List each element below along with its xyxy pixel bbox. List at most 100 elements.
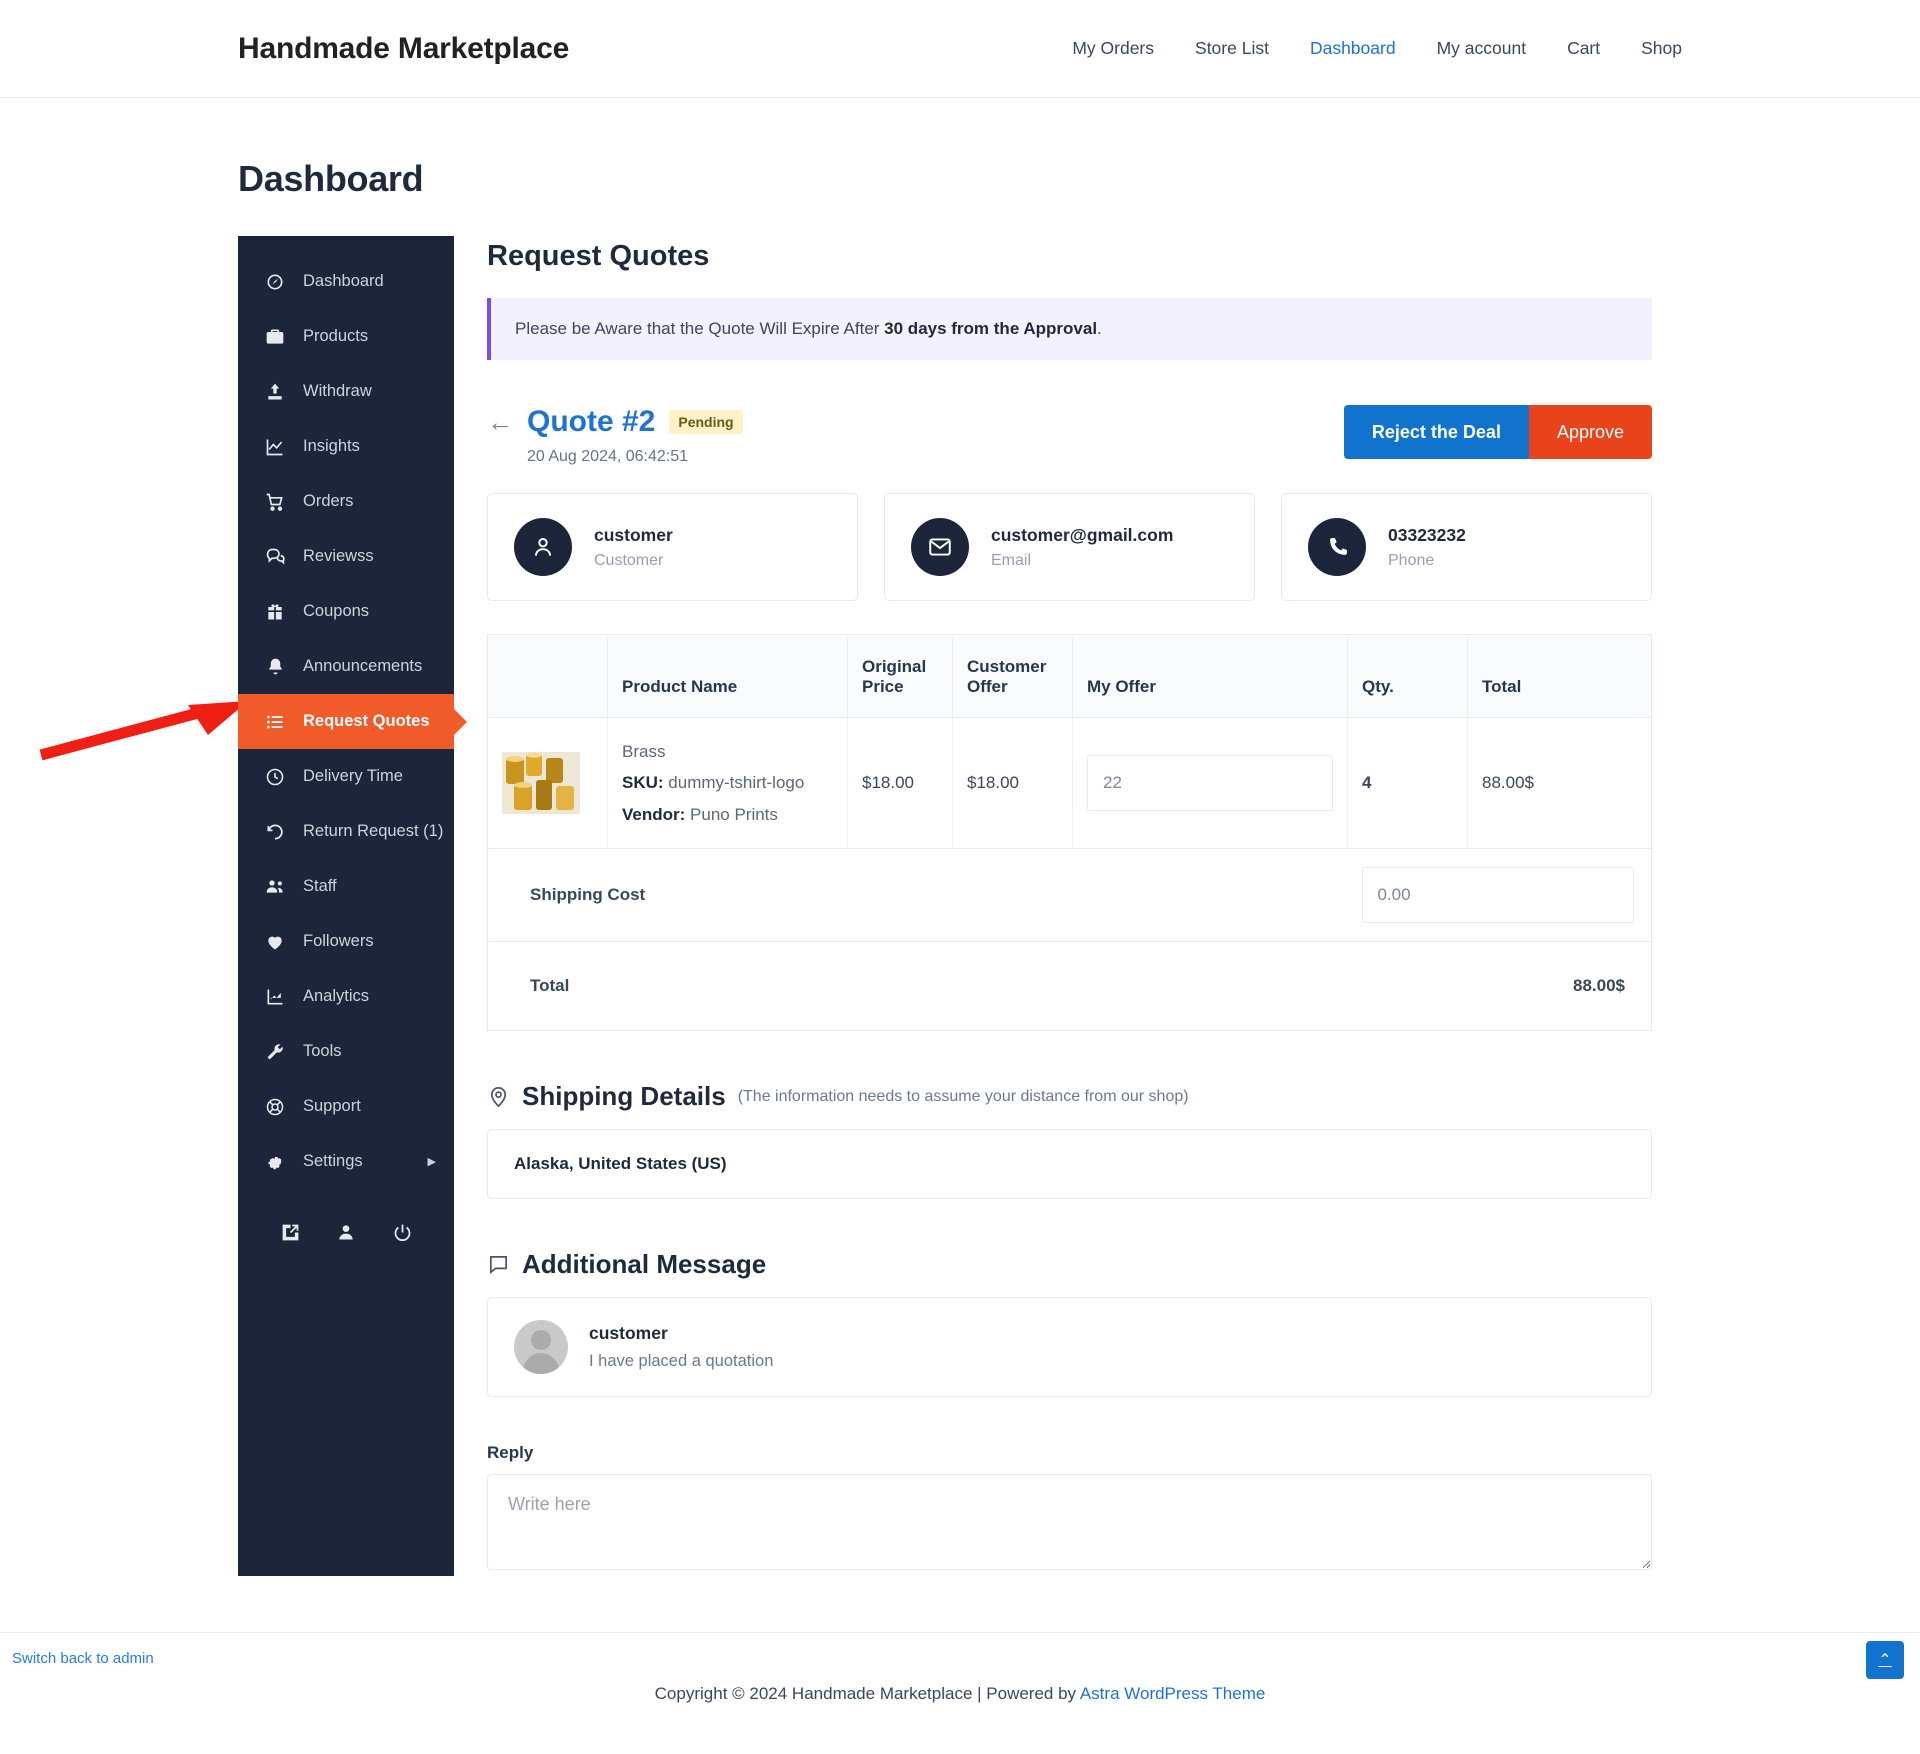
info-card-text: customer@gmail.com Email bbox=[991, 525, 1173, 570]
annotation-arrow-icon bbox=[39, 701, 248, 761]
nav-item-my-orders[interactable]: My Orders bbox=[1072, 38, 1154, 59]
notice-text-before: Please be Aware that the Quote Will Expi… bbox=[515, 319, 885, 338]
th-product-name: Product Name bbox=[607, 634, 848, 718]
sidebar-item-insights[interactable]: Insights bbox=[238, 419, 454, 474]
approve-button[interactable]: Approve bbox=[1528, 405, 1652, 459]
reject-deal-button[interactable]: Reject the Deal bbox=[1343, 405, 1529, 459]
th-qty: Qty. bbox=[1347, 634, 1468, 718]
status-badge: Pending bbox=[669, 410, 743, 434]
sidebar-item-analytics[interactable]: Analytics bbox=[238, 969, 454, 1024]
product-details: Brass SKU: dummy-tshirt-logo Vendor: Pun… bbox=[622, 736, 833, 830]
sidebar-item-label: Staff bbox=[303, 877, 337, 895]
user-icon[interactable] bbox=[329, 1215, 363, 1249]
info-card-main: 03323232 bbox=[1388, 524, 1466, 545]
sidebar-item-label: Dashboard bbox=[303, 272, 384, 290]
sidebar-item-dashboard[interactable]: Dashboard bbox=[238, 254, 454, 309]
back-arrow-icon[interactable]: ← bbox=[487, 409, 513, 435]
power-icon[interactable] bbox=[385, 1215, 419, 1249]
grand-total-label: Total bbox=[530, 976, 570, 996]
phone-icon bbox=[1308, 518, 1366, 576]
sidebar-item-return-request[interactable]: Return Request (1) bbox=[238, 804, 454, 859]
analytics-icon bbox=[260, 987, 290, 1007]
sidebar-item-delivery-time[interactable]: Delivery Time bbox=[238, 749, 454, 804]
my-offer-input[interactable] bbox=[1087, 755, 1333, 812]
additional-message-title: Additional Message bbox=[522, 1249, 767, 1280]
speedometer-icon bbox=[260, 272, 290, 292]
sidebar-item-followers[interactable]: Followers bbox=[238, 914, 454, 969]
users-icon bbox=[260, 876, 290, 897]
sku-label: SKU: bbox=[622, 773, 664, 793]
astra-theme-link[interactable]: Astra WordPress Theme bbox=[1080, 1684, 1266, 1703]
page-wrapper: Dashboard Dashboard Products Withdraw In… bbox=[0, 158, 1920, 1576]
message-text-block: customer I have placed a quotation bbox=[589, 1323, 773, 1371]
th-my-offer: My Offer bbox=[1072, 634, 1348, 718]
briefcase-icon bbox=[260, 327, 290, 347]
site-footer: Switch back to admin Copyright © 2024 Ha… bbox=[0, 1632, 1920, 1754]
grand-total-row: Total 88.00$ bbox=[488, 942, 1652, 1031]
shipping-cost-input[interactable] bbox=[1361, 867, 1634, 924]
sidebar-item-label: Request Quotes bbox=[303, 712, 430, 730]
cell-qty: 4 bbox=[1347, 717, 1468, 850]
sidebar-item-label: Products bbox=[303, 327, 369, 345]
customer-info-cards: customer Customer customer@gmail.com Ema… bbox=[487, 493, 1652, 601]
primary-nav: My Orders Store List Dashboard My accoun… bbox=[1072, 38, 1682, 59]
product-sku: SKU: dummy-tshirt-logo bbox=[622, 767, 833, 798]
nav-item-my-account[interactable]: My account bbox=[1437, 38, 1526, 59]
table-head: Product Name Original Price Customer Off… bbox=[487, 634, 1652, 718]
sidebar-item-coupons[interactable]: Coupons bbox=[238, 584, 454, 639]
nav-item-store-list[interactable]: Store List bbox=[1195, 38, 1269, 59]
reply-textarea[interactable] bbox=[487, 1474, 1652, 1571]
th-original-price: Original Price bbox=[847, 634, 953, 718]
dashboard-sidebar: Dashboard Products Withdraw Insights Ord… bbox=[39, 236, 454, 1576]
dashboard-layout: Dashboard Products Withdraw Insights Ord… bbox=[39, 236, 1920, 1576]
info-card-phone: 03323232 Phone bbox=[1281, 493, 1652, 601]
sidebar-item-support[interactable]: Support bbox=[238, 1079, 454, 1134]
sidebar-item-label: Followers bbox=[303, 932, 374, 950]
external-link-icon[interactable] bbox=[273, 1215, 307, 1249]
notice-text-bold: 30 days from the Approval bbox=[884, 319, 1098, 338]
sidebar-item-settings[interactable]: Settings ▶ bbox=[238, 1134, 454, 1189]
info-card-sub: Phone bbox=[1388, 551, 1435, 569]
heart-icon bbox=[260, 932, 290, 952]
info-card-text: 03323232 Phone bbox=[1388, 525, 1466, 570]
clock-icon bbox=[260, 767, 290, 787]
wrench-icon bbox=[260, 1042, 290, 1062]
sidebar-item-label: Announcements bbox=[303, 657, 423, 675]
sidebar-item-orders[interactable]: Orders bbox=[238, 474, 454, 529]
info-card-email: customer@gmail.com Email bbox=[884, 493, 1255, 601]
shipping-cost-label: Shipping Cost bbox=[487, 848, 1348, 943]
message-body: I have placed a quotation bbox=[589, 1352, 774, 1371]
quote-heading-block: Quote #2 Pending 20 Aug 2024, 06:42:51 bbox=[527, 405, 743, 466]
sidebar-item-tools[interactable]: Tools bbox=[238, 1024, 454, 1079]
sidebar-item-request-quotes[interactable]: Request Quotes bbox=[238, 694, 454, 749]
customer-message-panel: customer I have placed a quotation bbox=[487, 1297, 1652, 1398]
cell-my-offer bbox=[1072, 717, 1348, 850]
th-thumbnail bbox=[487, 634, 608, 718]
message-author: customer bbox=[589, 1323, 668, 1344]
info-card-sub: Customer bbox=[594, 551, 664, 569]
sidebar-item-products[interactable]: Products bbox=[238, 309, 454, 364]
envelope-icon bbox=[911, 518, 969, 576]
sidebar-item-label: Coupons bbox=[303, 602, 370, 620]
main-content: Request Quotes Please be Aware that the … bbox=[454, 236, 1652, 1575]
nav-item-shop[interactable]: Shop bbox=[1641, 38, 1682, 59]
map-pin-icon bbox=[487, 1085, 510, 1108]
sidebar-item-staff[interactable]: Staff bbox=[238, 859, 454, 914]
sidebar-item-label: Analytics bbox=[303, 987, 370, 1005]
switch-back-to-admin-link[interactable]: Switch back to admin bbox=[12, 1650, 154, 1667]
grand-total-value: 88.00$ bbox=[1573, 976, 1625, 996]
additional-message-header: Additional Message bbox=[487, 1249, 1652, 1280]
sidebar-item-label: Delivery Time bbox=[303, 767, 403, 785]
sidebar-item-label: Insights bbox=[303, 437, 360, 455]
back-to-top-button[interactable]: ⌃ bbox=[1866, 1641, 1904, 1679]
sidebar-item-withdraw[interactable]: Withdraw bbox=[238, 364, 454, 419]
sidebar-item-reviews[interactable]: Reviewss bbox=[238, 529, 454, 584]
sidebar-item-announcements[interactable]: Announcements bbox=[238, 639, 454, 694]
nav-item-cart[interactable]: Cart bbox=[1567, 38, 1600, 59]
footer-copyright: Copyright © 2024 Handmade Marketplace | … bbox=[655, 1684, 1266, 1704]
chevron-right-icon: ▶ bbox=[427, 1156, 436, 1168]
nav-item-dashboard[interactable]: Dashboard bbox=[1310, 38, 1396, 59]
reply-label: Reply bbox=[487, 1443, 534, 1463]
shipping-details-title: Shipping Details bbox=[522, 1081, 726, 1112]
quote-date: 20 Aug 2024, 06:42:51 bbox=[527, 448, 689, 465]
